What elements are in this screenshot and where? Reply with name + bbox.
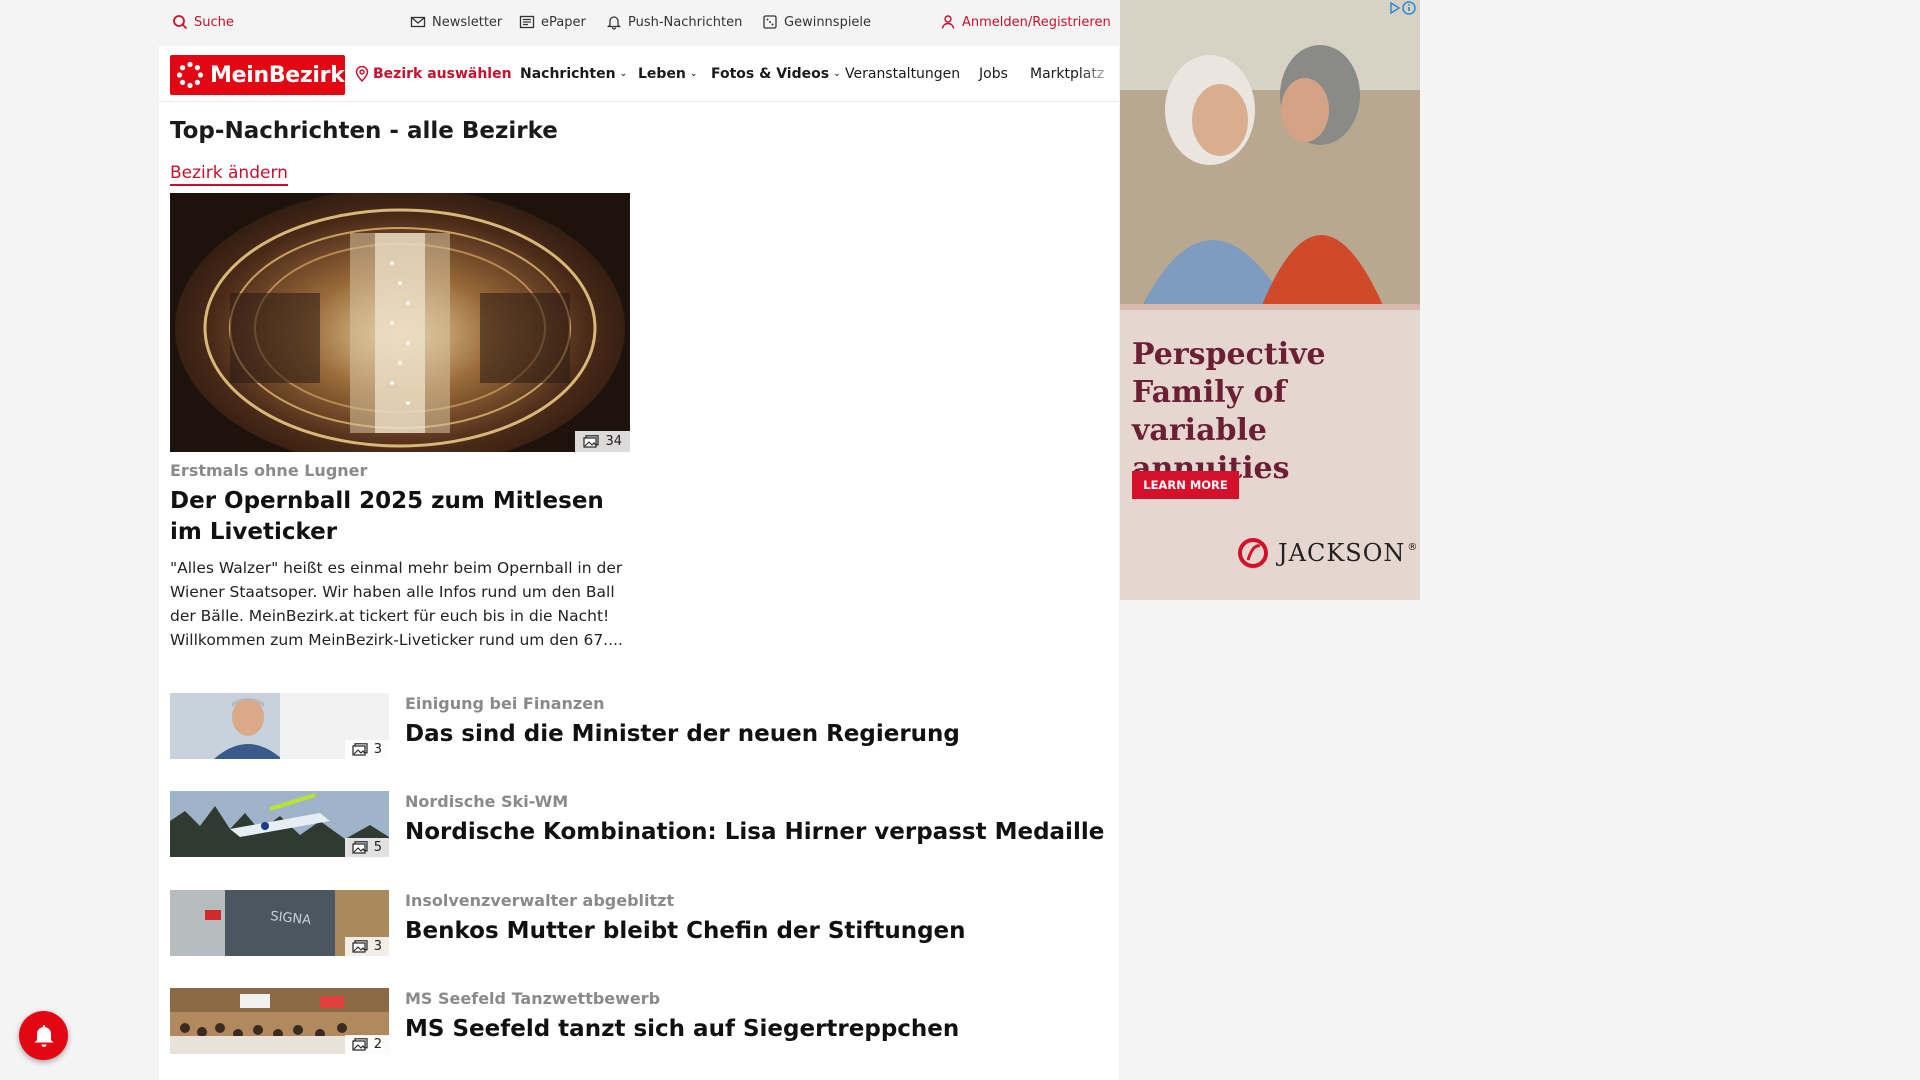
article-kicker: Einigung bei Finanzen bbox=[405, 694, 605, 713]
bell-icon bbox=[34, 1024, 53, 1047]
notification-bell-button[interactable] bbox=[19, 1011, 68, 1060]
utility-bar: Suche Newsletter ePaper Push-Nachrichten… bbox=[159, 0, 1119, 46]
brand-logo[interactable]: MeinBezirk bbox=[170, 55, 345, 95]
gallery-count: 3 bbox=[373, 742, 382, 757]
gallery-count: 2 bbox=[373, 1037, 382, 1052]
gallery-count: 3 bbox=[373, 939, 382, 954]
hero-headline[interactable]: Der Opernball 2025 zum Mitlesen im Livet… bbox=[170, 486, 630, 548]
nav-item-label: Veranstaltungen bbox=[845, 66, 961, 82]
nav-item-label: Leben bbox=[638, 66, 686, 82]
bell-icon bbox=[606, 16, 622, 30]
ad-cta-button[interactable]: LEARN MORE bbox=[1132, 471, 1239, 499]
article-kicker: Insolvenzverwalter abgeblitzt bbox=[405, 891, 675, 910]
ad-brand-name: JACKSON bbox=[1278, 539, 1406, 567]
contests-label: Gewinnspiele bbox=[784, 14, 872, 30]
select-district-label: Bezirk auswählen bbox=[373, 66, 512, 82]
ad-couple-photo bbox=[1120, 0, 1420, 310]
nav-item-events[interactable]: Veranstaltungen bbox=[845, 66, 960, 82]
nav-item-label: Jobs bbox=[979, 66, 1008, 82]
search-label: Suche bbox=[194, 14, 234, 30]
article-headline[interactable]: Das sind die Minister der neuen Regierun… bbox=[405, 721, 960, 747]
article-headline[interactable]: Nordische Kombination: Lisa Hirner verpa… bbox=[405, 819, 1104, 845]
advertisement[interactable]: Perspective Family of variable annuities… bbox=[1120, 0, 1420, 600]
ad-brand: JACKSON ® bbox=[1238, 538, 1417, 568]
article-kicker: MS Seefeld Tanzwettbewerb bbox=[405, 989, 661, 1008]
ad-headline: Perspective Family of variable annuities bbox=[1132, 337, 1326, 486]
article-thumbnail[interactable]: 2 bbox=[170, 988, 389, 1054]
hero-kicker: Erstmals ohne Lugner bbox=[170, 461, 368, 480]
newsletter-link[interactable]: Newsletter bbox=[410, 14, 502, 30]
article-headline[interactable]: Benkos Mutter bleibt Chefin der Stiftung… bbox=[405, 918, 966, 944]
nav-item-news[interactable]: Nachrichten ⌄ bbox=[520, 66, 627, 82]
hero-teaser: "Alles Walzer" heißt es einmal mehr beim… bbox=[170, 559, 623, 649]
newsletter-label: Newsletter bbox=[432, 14, 503, 30]
image-gallery-icon bbox=[583, 435, 600, 448]
nav-item-leben[interactable]: Leben ⌄ bbox=[638, 66, 697, 82]
opera-hall-photo bbox=[170, 193, 630, 452]
gift-icon bbox=[763, 15, 777, 29]
newspaper-icon bbox=[519, 15, 535, 29]
main-navbar: MeinBezirk Bezirk auswählen Nachrichten … bbox=[159, 46, 1119, 102]
chevron-down-icon: ⌄ bbox=[689, 69, 698, 79]
nav-overflow-fade bbox=[1079, 56, 1119, 100]
section-title: Top-Nachrichten - alle Bezirke bbox=[170, 118, 558, 144]
gallery-count: 34 bbox=[605, 434, 622, 449]
ad-brand-mark: ® bbox=[1407, 541, 1418, 553]
gallery-count-badge: 3 bbox=[344, 937, 389, 956]
login-link[interactable]: Anmelden/Registrieren bbox=[940, 14, 1111, 30]
image-gallery-icon bbox=[352, 1038, 368, 1051]
article-thumbnail[interactable]: 3 bbox=[170, 693, 389, 759]
gallery-count: 5 bbox=[373, 840, 382, 855]
gallery-count-badge: 34 bbox=[575, 431, 630, 452]
push-label: Push-Nachrichten bbox=[628, 14, 743, 30]
epaper-label: ePaper bbox=[541, 14, 586, 30]
search-icon bbox=[173, 15, 188, 30]
search-link[interactable]: Suche bbox=[172, 14, 234, 30]
nav-item-label: Fotos & Videos bbox=[711, 66, 830, 82]
jackson-logo-icon bbox=[1238, 538, 1268, 568]
nav-item-label: Nachrichten bbox=[520, 66, 616, 82]
nav-item-jobs[interactable]: Jobs bbox=[979, 66, 1008, 82]
epaper-link[interactable]: ePaper bbox=[519, 14, 586, 30]
user-icon bbox=[941, 15, 955, 29]
article-headline[interactable]: MS Seefeld tanzt sich auf Siegertreppche… bbox=[405, 1016, 959, 1042]
image-gallery-icon bbox=[352, 841, 368, 854]
nav-item-photos-videos[interactable]: Fotos & Videos ⌄ bbox=[711, 66, 841, 82]
image-gallery-icon bbox=[352, 743, 368, 756]
change-district-link[interactable]: Bezirk ändern bbox=[170, 163, 288, 186]
article-kicker: Nordische Ski-WM bbox=[405, 792, 569, 811]
chevron-down-icon: ⌄ bbox=[619, 69, 628, 79]
page-container: Suche Newsletter ePaper Push-Nachrichten… bbox=[159, 0, 1119, 1080]
article-thumbnail[interactable]: 5 bbox=[170, 791, 389, 857]
login-label: Anmelden/Registrieren bbox=[962, 14, 1111, 30]
push-link[interactable]: Push-Nachrichten bbox=[606, 14, 742, 30]
image-gallery-icon bbox=[352, 940, 368, 953]
brand-logo-mark bbox=[176, 61, 204, 89]
contests-link[interactable]: Gewinnspiele bbox=[762, 14, 871, 30]
article-thumbnail[interactable]: SIGNA 3 bbox=[170, 890, 389, 956]
ad-choices-icon[interactable] bbox=[1387, 0, 1417, 16]
select-district-button[interactable]: Bezirk auswählen bbox=[355, 66, 512, 82]
gallery-count-badge: 3 bbox=[344, 740, 389, 759]
gallery-count-badge: 5 bbox=[344, 838, 389, 857]
gallery-count-badge: 2 bbox=[344, 1035, 389, 1054]
hero-article-image[interactable]: 34 bbox=[170, 193, 630, 452]
brand-logo-text: MeinBezirk bbox=[210, 62, 345, 88]
envelope-icon bbox=[410, 16, 426, 28]
chevron-down-icon: ⌄ bbox=[833, 69, 841, 79]
location-pin-icon bbox=[355, 66, 369, 82]
